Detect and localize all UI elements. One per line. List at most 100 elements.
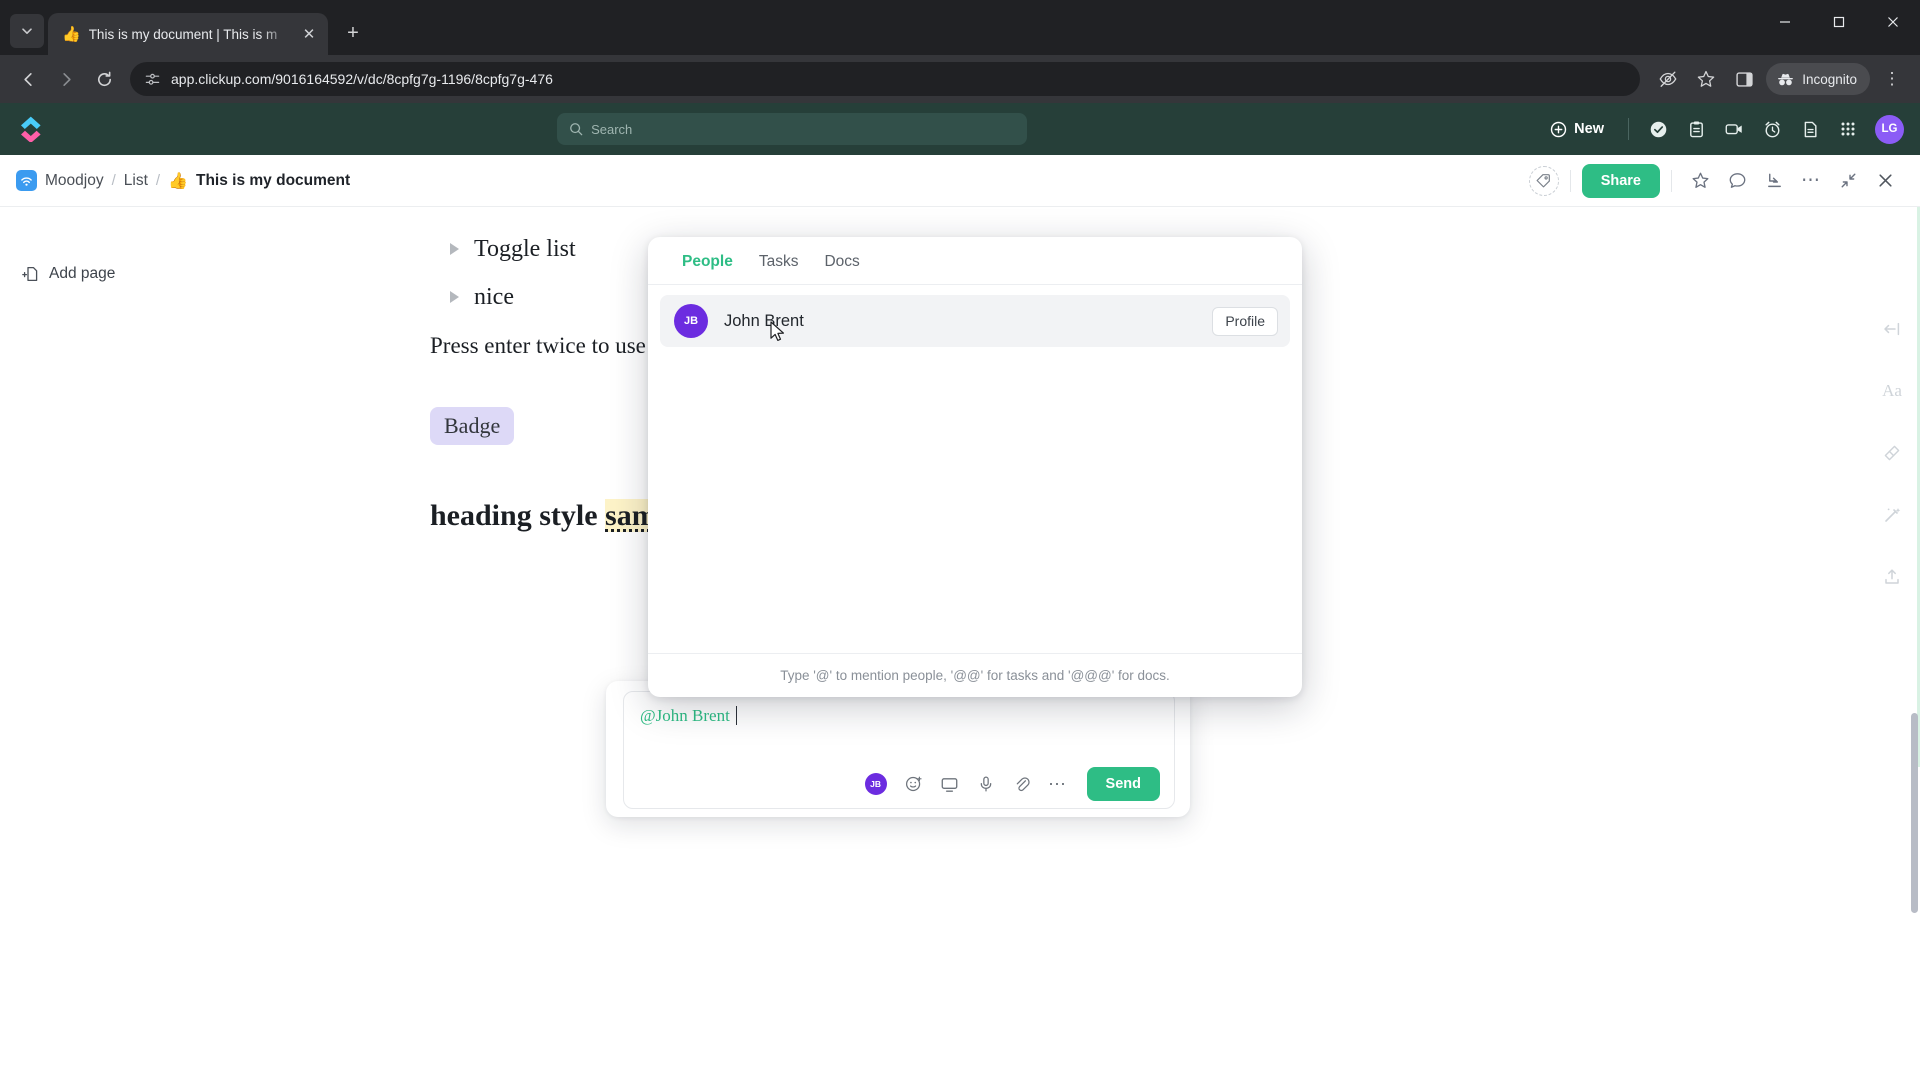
assignee-avatar[interactable]: JB <box>864 773 887 795</box>
microphone-icon[interactable] <box>971 769 1001 799</box>
person-name: John Brent <box>724 311 804 330</box>
avatar[interactable]: LG <box>1875 114 1904 144</box>
back-icon[interactable] <box>10 61 46 97</box>
close-icon[interactable]: ✕ <box>298 23 320 45</box>
new-button-label: New <box>1574 121 1604 137</box>
badge[interactable]: Badge <box>430 407 515 445</box>
apps-grid-icon[interactable] <box>1831 112 1865 146</box>
tab-strip: 👍 This is my document | This is m ✕ + <box>0 0 1920 55</box>
list-item[interactable]: JB John Brent Profile <box>660 295 1290 347</box>
relationships-icon[interactable] <box>1875 436 1909 470</box>
avatar: JB <box>674 304 708 338</box>
header-actions: New LG <box>1538 112 1904 146</box>
bookmark-star-icon[interactable] <box>1688 61 1724 97</box>
comment-composer-container: @John Brent JB ⋯ Send <box>606 681 1190 817</box>
tag-icon[interactable] <box>1528 165 1559 196</box>
document-emoji-icon[interactable]: 👍 <box>168 171 188 191</box>
reload-icon[interactable] <box>86 61 122 97</box>
clickup-header: Search New LG <box>0 103 1920 155</box>
share-button[interactable]: Share <box>1581 163 1660 198</box>
text-style-icon[interactable]: Aa <box>1875 374 1909 408</box>
collapse-left-icon[interactable] <box>1875 312 1909 346</box>
mention-hint: Type '@' to mention people, '@@' for tas… <box>648 653 1302 697</box>
comment-input[interactable]: @John Brent <box>624 692 1174 760</box>
tab-search-chevron-icon[interactable] <box>10 14 44 48</box>
breadcrumb-item-space[interactable]: Moodjoy <box>45 172 104 190</box>
maximize-button[interactable] <box>1812 0 1866 44</box>
attachment-icon[interactable] <box>1007 769 1037 799</box>
window-close-button[interactable] <box>1866 0 1920 44</box>
mention-results-list: JB John Brent Profile <box>648 285 1302 653</box>
clickup-logo-icon[interactable] <box>16 114 46 144</box>
mention-tabs: People Tasks Docs <box>648 237 1302 285</box>
new-button[interactable]: New <box>1538 113 1616 145</box>
search-input[interactable]: Search <box>557 113 1028 145</box>
heading-text: heading style <box>430 499 606 532</box>
incognito-label: Incognito <box>1802 71 1857 87</box>
close-icon[interactable] <box>1868 164 1902 198</box>
search-placeholder: Search <box>591 121 633 137</box>
browser-toolbar: app.clickup.com/9016164592/v/dc/8cpfg7g-… <box>0 55 1920 103</box>
breadcrumb-item-list[interactable]: List <box>124 172 148 190</box>
divider <box>1628 118 1629 140</box>
page-plus-icon <box>22 265 40 283</box>
screen-record-icon[interactable] <box>935 769 965 799</box>
comment-icon[interactable] <box>1720 164 1754 198</box>
import-icon[interactable] <box>1757 164 1791 198</box>
incognito-indicator[interactable]: Incognito <box>1766 63 1870 95</box>
window-controls <box>1758 0 1920 44</box>
more-icon[interactable]: ⋯ <box>1043 769 1073 799</box>
comment-composer[interactable]: @John Brent JB ⋯ Send <box>623 691 1175 809</box>
clickup-app: Search New LG Moodjoy / List / 👍 This is… <box>0 103 1920 1080</box>
star-icon[interactable] <box>1683 164 1717 198</box>
browser-tab[interactable]: 👍 This is my document | This is m ✕ <box>48 13 328 55</box>
video-icon[interactable] <box>1717 112 1751 146</box>
address-bar[interactable]: app.clickup.com/9016164592/v/dc/8cpfg7g-… <box>130 62 1641 96</box>
chevron-right-icon[interactable] <box>450 243 459 255</box>
space-icon <box>16 170 37 191</box>
document-toolbar-actions: Share ⋯ <box>1528 163 1902 198</box>
side-panel-icon[interactable] <box>1726 61 1762 97</box>
tab-people[interactable]: People <box>682 253 733 271</box>
new-tab-button[interactable]: + <box>336 16 370 50</box>
breadcrumb: Moodjoy / List / 👍 This is my document <box>16 170 1519 191</box>
tab-tasks[interactable]: Tasks <box>759 253 799 271</box>
url-text: app.clickup.com/9016164592/v/dc/8cpfg7g-… <box>171 71 553 87</box>
export-icon[interactable] <box>1875 560 1909 594</box>
forward-icon[interactable] <box>48 61 84 97</box>
page-title[interactable]: This is my document <box>196 172 350 190</box>
magic-wand-icon[interactable] <box>1875 498 1909 532</box>
minimize-button[interactable] <box>1758 0 1812 44</box>
more-options-icon[interactable]: ⋯ <box>1794 164 1828 198</box>
add-page-label: Add page <box>49 265 116 282</box>
mention-dropdown: People Tasks Docs JB John Brent Profile … <box>648 237 1302 697</box>
toggle-label: Toggle list <box>474 235 576 262</box>
toggle-label: nice <box>474 283 514 310</box>
mouse-cursor-icon <box>770 321 787 344</box>
add-page-button[interactable]: Add page <box>22 265 430 283</box>
check-circle-icon[interactable] <box>1641 112 1675 146</box>
incognito-icon <box>1776 72 1795 87</box>
clipboard-icon[interactable] <box>1679 112 1713 146</box>
document-toolbar: Moodjoy / List / 👍 This is my document S… <box>0 155 1920 207</box>
eye-off-icon[interactable] <box>1650 61 1686 97</box>
browser-menu-icon[interactable]: ⋮ <box>1874 61 1910 97</box>
document-sidebar: Add page <box>0 207 430 1080</box>
divider <box>1671 169 1672 192</box>
mention-chip: @John Brent <box>640 706 730 725</box>
profile-button[interactable]: Profile <box>1212 306 1278 336</box>
send-button[interactable]: Send <box>1086 767 1160 801</box>
toolbar-actions: Incognito ⋮ <box>1650 61 1910 97</box>
alarm-clock-icon[interactable] <box>1755 112 1789 146</box>
document-icon[interactable] <box>1793 112 1827 146</box>
chevron-right-icon[interactable] <box>450 291 459 303</box>
collapse-icon[interactable] <box>1831 164 1865 198</box>
divider <box>1569 169 1571 192</box>
site-settings-icon[interactable] <box>144 71 161 88</box>
tab-docs[interactable]: Docs <box>824 253 859 271</box>
breadcrumb-separator: / <box>111 172 116 189</box>
breadcrumb-separator: / <box>155 172 161 189</box>
emoji-icon[interactable] <box>899 769 929 799</box>
vertical-scrollbar[interactable] <box>1911 713 1918 913</box>
thumbs-up-icon: 👍 <box>62 25 81 43</box>
